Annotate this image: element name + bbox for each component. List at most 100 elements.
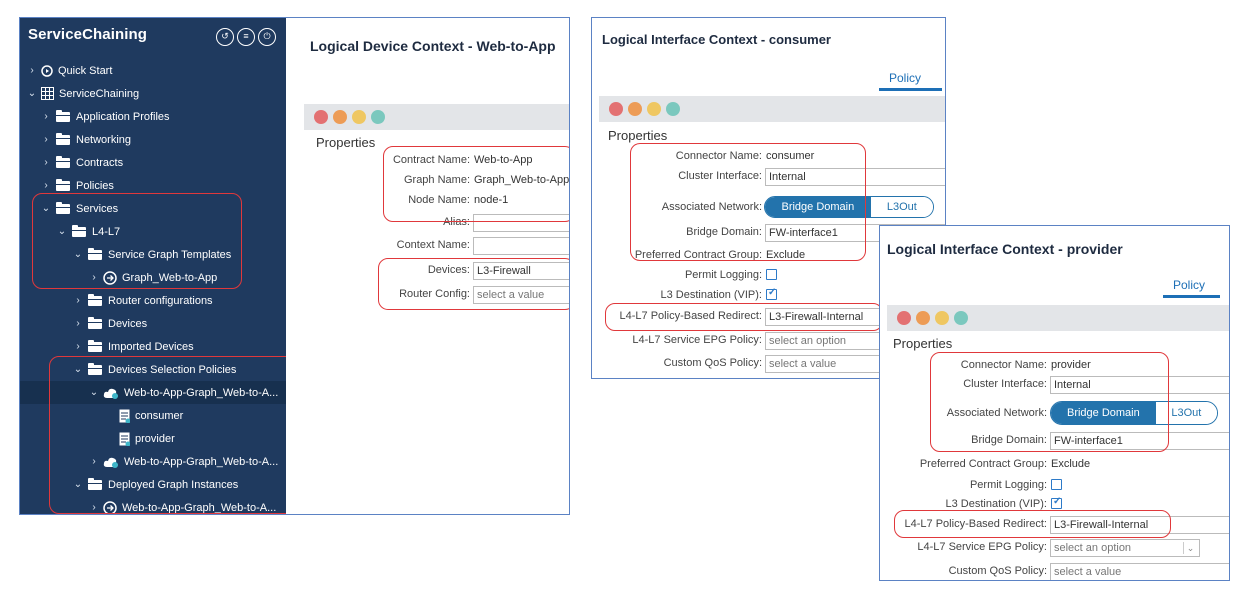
- chevron-right-icon[interactable]: ›: [72, 318, 84, 329]
- warning-fault-icon[interactable]: [954, 311, 968, 325]
- l3-destination-checkbox[interactable]: [766, 287, 777, 300]
- tree-item-servicechaining[interactable]: ⌄ ServiceChaining: [20, 82, 286, 105]
- cloud-policy-icon: [103, 456, 119, 468]
- chevron-right-icon[interactable]: ›: [72, 341, 84, 352]
- chevron-down-icon[interactable]: ⌄: [26, 88, 38, 99]
- field-label: Custom QoS Policy:: [663, 357, 762, 369]
- fault-summary-bar: [887, 305, 1229, 331]
- major-fault-icon[interactable]: [628, 102, 642, 116]
- chevron-right-icon[interactable]: ›: [88, 502, 100, 513]
- folder-icon: [88, 247, 102, 260]
- associated-network-toggle[interactable]: Bridge Domain L3Out: [1050, 401, 1218, 425]
- folder-icon: [88, 339, 102, 352]
- chevron-down-icon[interactable]: ⌄: [1183, 542, 1197, 554]
- critical-fault-icon[interactable]: [897, 311, 911, 325]
- power-icon[interactable]: ⏻: [258, 28, 276, 46]
- tree-item-imported-devices[interactable]: › Imported Devices: [20, 335, 286, 358]
- tree-item-provider[interactable]: provider: [20, 427, 286, 450]
- custom-qos-select[interactable]: select a value: [1050, 563, 1229, 580]
- chevron-down-icon[interactable]: ⌄: [72, 364, 84, 375]
- tree-item-service-graph-templates[interactable]: ⌄ Service Graph Templates: [20, 243, 286, 266]
- properties-label: Properties: [316, 135, 376, 150]
- tree-item-deployed-graph-instance[interactable]: › Web-to-App-Graph_Web-to-A...: [20, 496, 286, 514]
- bridge-domain-option[interactable]: Bridge Domain: [765, 197, 871, 217]
- preferred-contract-group-row: Preferred Contract Group: Exclude: [880, 456, 1229, 474]
- l3out-option[interactable]: L3Out: [1155, 402, 1217, 424]
- devices-select[interactable]: L3-Firewall: [473, 262, 569, 280]
- tree-item-deployed-graph-instances[interactable]: ⌄ Deployed Graph Instances: [20, 473, 286, 496]
- custom-qos-row: Custom QoS Policy: select a value: [880, 563, 1229, 580]
- cluster-interface-select[interactable]: Internal: [765, 168, 945, 186]
- tree-item-router-configurations[interactable]: › Router configurations: [20, 289, 286, 312]
- tree-item-l4-l7[interactable]: ⌄ L4-L7: [20, 220, 286, 243]
- folder-icon: [88, 293, 102, 306]
- device-context-title: Logical Device Context - Web-to-App: [310, 38, 556, 54]
- minor-fault-icon[interactable]: [935, 311, 949, 325]
- pbr-select[interactable]: L3-Firewall-Internal: [1050, 516, 1229, 534]
- field-label: Preferred Contract Group:: [634, 249, 762, 261]
- tab-policy[interactable]: Policy: [1173, 278, 1205, 292]
- context-name-input[interactable]: [473, 237, 569, 255]
- tree-item-device-selection-policy-1[interactable]: ⌄ Web-to-App-Graph_Web-to-A...: [20, 381, 286, 404]
- chevron-right-icon[interactable]: ›: [72, 295, 84, 306]
- tree-item-application-profiles[interactable]: › Application Profiles: [20, 105, 286, 128]
- alias-input[interactable]: [473, 214, 569, 232]
- major-fault-icon[interactable]: [916, 311, 930, 325]
- service-epg-policy-select[interactable]: select an option ⌄: [1050, 539, 1200, 557]
- tree-item-services[interactable]: ⌄ Services: [20, 197, 286, 220]
- chevron-right-icon[interactable]: ›: [40, 180, 52, 191]
- l3-destination-checkbox[interactable]: [1051, 496, 1062, 509]
- chevron-down-icon[interactable]: ⌄: [40, 203, 52, 214]
- refresh-settings-icon[interactable]: ↺: [216, 28, 234, 46]
- field-label: L4-L7 Policy-Based Redirect:: [619, 310, 762, 322]
- field-label: L3 Destination (VIP):: [945, 498, 1048, 510]
- chevron-down-icon[interactable]: ⌄: [88, 387, 100, 398]
- warning-fault-icon[interactable]: [371, 110, 385, 124]
- warning-fault-icon[interactable]: [666, 102, 680, 116]
- permit-logging-checkbox[interactable]: [766, 269, 777, 280]
- provider-context-title: Logical Interface Context - provider: [887, 241, 1123, 257]
- field-label: Devices:: [427, 264, 470, 276]
- field-label: Custom QoS Policy:: [948, 565, 1047, 577]
- cluster-interface-select[interactable]: Internal: [1050, 376, 1229, 394]
- document-icon: [119, 409, 130, 423]
- permit-logging-checkbox[interactable]: [1051, 479, 1062, 490]
- tree-item-device-selection-policy-2[interactable]: › Web-to-App-Graph_Web-to-A...: [20, 450, 286, 473]
- tab-policy[interactable]: Policy: [889, 71, 921, 85]
- tree-item-networking[interactable]: › Networking: [20, 128, 286, 151]
- router-config-select[interactable]: select a value: [473, 286, 569, 304]
- critical-fault-icon[interactable]: [314, 110, 328, 124]
- devices-row: Devices: L3-Firewall: [286, 262, 569, 280]
- major-fault-icon[interactable]: [333, 110, 347, 124]
- chevron-down-icon[interactable]: ⌄: [72, 249, 84, 260]
- associated-network-toggle[interactable]: Bridge Domain L3Out: [764, 196, 934, 218]
- tree-item-contracts[interactable]: › Contracts: [20, 151, 286, 174]
- chevron-down-icon[interactable]: ⌄: [56, 226, 68, 237]
- chevron-right-icon[interactable]: ›: [40, 134, 52, 145]
- chevron-right-icon[interactable]: ›: [26, 65, 38, 76]
- chevron-right-icon[interactable]: ›: [40, 111, 52, 122]
- chevron-down-icon[interactable]: ⌄: [72, 479, 84, 490]
- tree-item-quick-start[interactable]: › Quick Start: [20, 59, 286, 82]
- list-icon[interactable]: ≡: [237, 28, 255, 46]
- tree-item-consumer[interactable]: consumer: [20, 404, 286, 427]
- minor-fault-icon[interactable]: [647, 102, 661, 116]
- chevron-right-icon[interactable]: ›: [40, 157, 52, 168]
- bridge-domain-select[interactable]: FW-interface1: [1050, 432, 1229, 450]
- tree-item-graph-web-to-app[interactable]: › Graph_Web-to-App: [20, 266, 286, 289]
- bridge-domain-option[interactable]: Bridge Domain: [1051, 402, 1156, 424]
- tree-item-label: Service Graph Templates: [108, 248, 232, 261]
- chevron-right-icon[interactable]: ›: [88, 456, 100, 467]
- field-label: Graph Name:: [403, 174, 470, 186]
- connector-name-row: Connector Name: provider: [880, 357, 1229, 375]
- l3out-option[interactable]: L3Out: [870, 197, 933, 217]
- tree-item-policies[interactable]: › Policies: [20, 174, 286, 197]
- minor-fault-icon[interactable]: [352, 110, 366, 124]
- critical-fault-icon[interactable]: [609, 102, 623, 116]
- chevron-right-icon[interactable]: ›: [88, 272, 100, 283]
- connector-name-row: Connector Name: consumer: [592, 148, 945, 166]
- preferred-contract-group-value: Exclude: [1051, 458, 1091, 470]
- tree-item-devices-selection-policies[interactable]: ⌄ Devices Selection Policies: [20, 358, 286, 381]
- tree-item-devices[interactable]: › Devices: [20, 312, 286, 335]
- folder-icon: [88, 316, 102, 329]
